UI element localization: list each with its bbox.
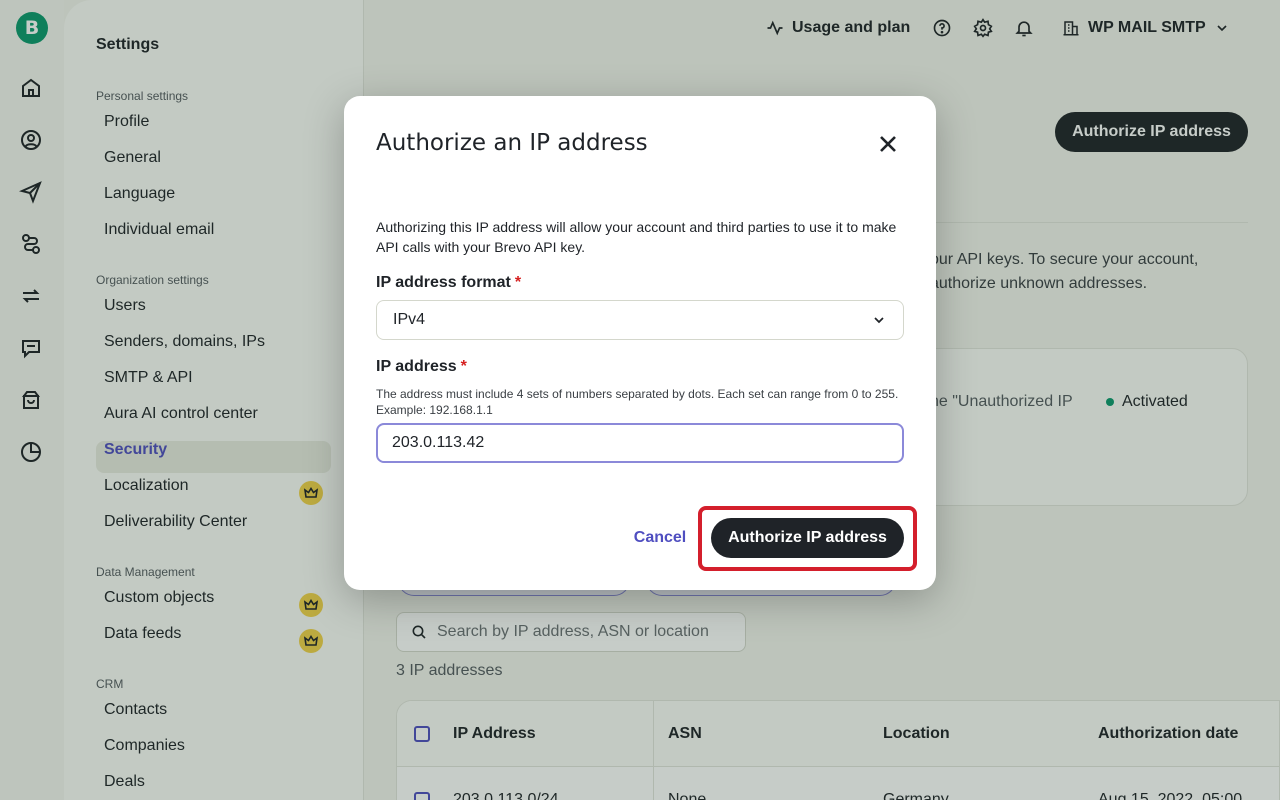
- required-mark: *: [514, 274, 522, 291]
- modal-title: Authorize an IP address: [376, 130, 648, 156]
- ip-format-select[interactable]: IPv4: [376, 300, 904, 340]
- format-label-text: IP address format: [376, 274, 511, 291]
- ip-hint: The address must include 4 sets of numbe…: [376, 387, 899, 417]
- close-icon[interactable]: [876, 132, 900, 156]
- authorize-ip-submit-button[interactable]: Authorize IP address: [711, 518, 904, 558]
- cancel-button[interactable]: Cancel: [620, 526, 700, 550]
- modal-description: Authorizing this IP address will allow y…: [376, 219, 897, 255]
- ip-address-input[interactable]: [376, 423, 904, 463]
- chevron-down-icon: [874, 317, 884, 324]
- ip-label-text: IP address: [376, 358, 457, 375]
- required-mark: *: [460, 358, 467, 375]
- format-label: IP address format *: [376, 274, 521, 292]
- ip-format-value: IPv4: [393, 311, 426, 328]
- authorize-ip-modal: Authorize an IP address Authorizing this…: [344, 96, 936, 590]
- ip-label: IP address *: [376, 358, 467, 376]
